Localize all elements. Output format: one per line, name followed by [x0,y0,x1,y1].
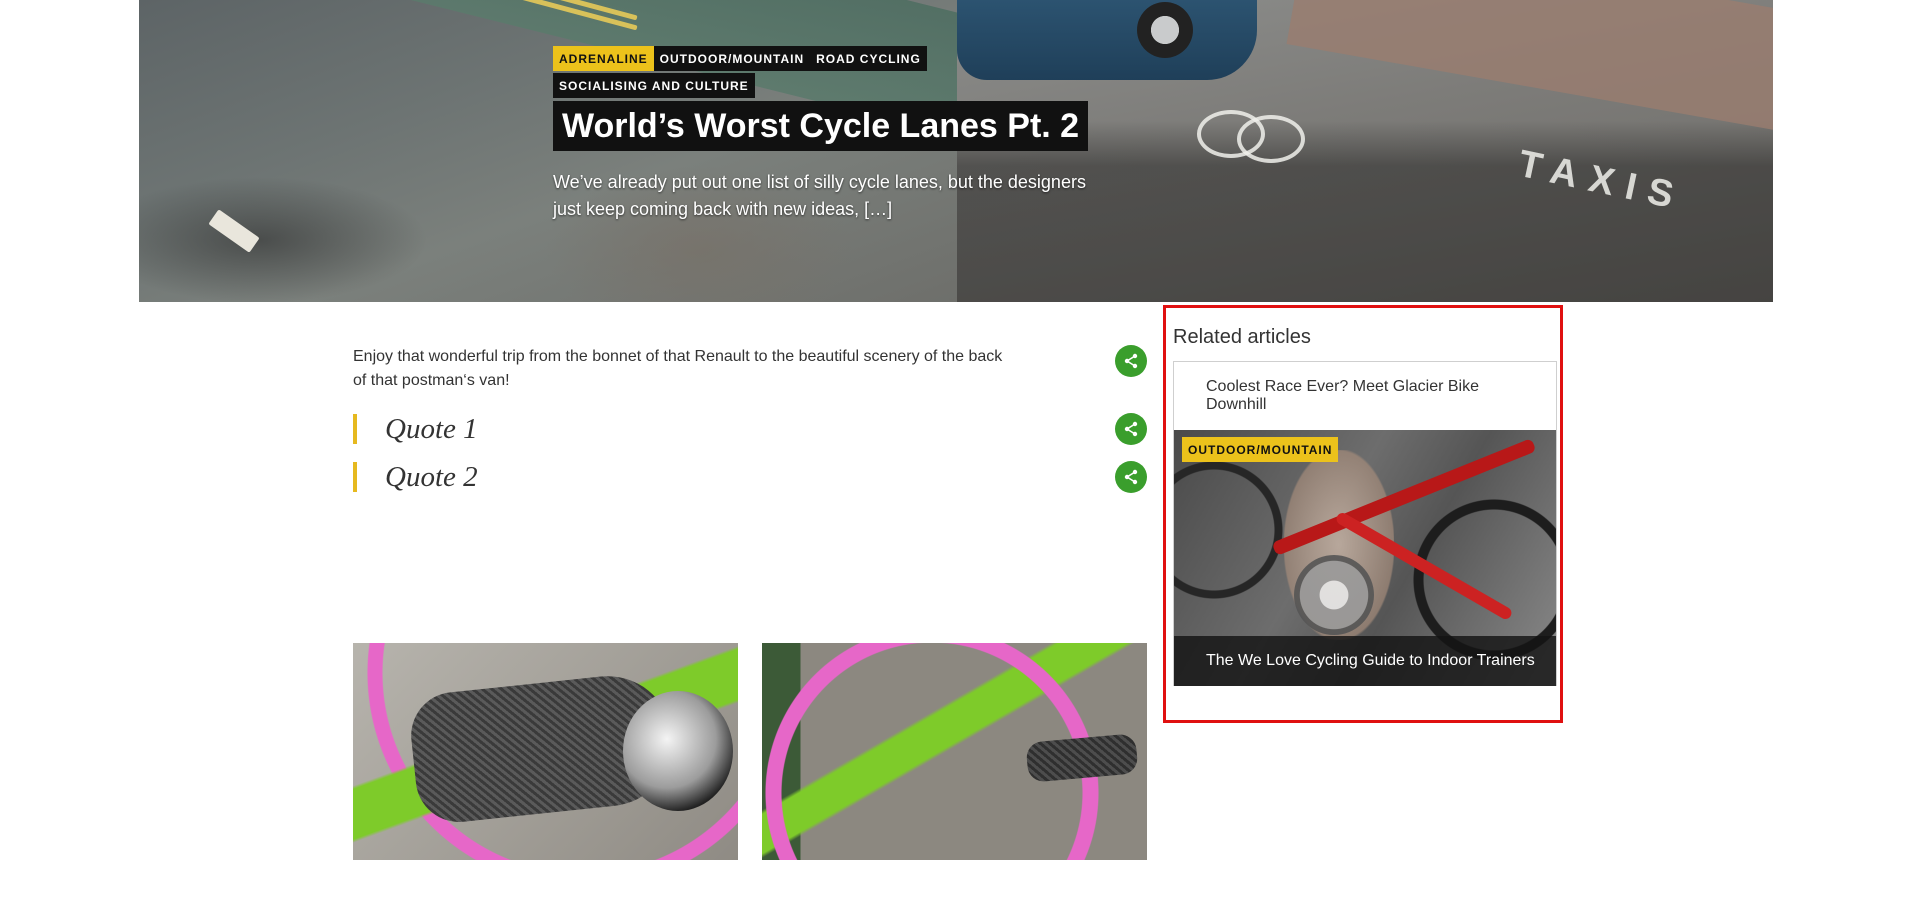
tag-outdoor-mountain[interactable]: Outdoor/Mountain [653,46,811,71]
tag-adrenaline[interactable]: Adrenaline [553,46,654,71]
share-button-quote-1[interactable] [1115,413,1147,445]
related-articles-widget: Related articles Coolest Race Ever? Meet… [1163,305,1563,723]
related-article-title[interactable]: The We Love Cycling Guide to Indoor Trai… [1174,636,1556,686]
article-paragraph: Enjoy that wonderful trip from the bonne… [353,348,1003,389]
share-icon [1124,421,1138,437]
article-photo-handlebar-grip-closeup [353,643,738,860]
share-icon [1124,353,1138,369]
share-icon [1124,469,1138,485]
hero-banner[interactable]: TAXIS Adrenaline Outdoor/Mountain Road C… [139,0,1773,302]
hero-content: Adrenaline Outdoor/Mountain Road Cycling… [553,46,1093,223]
hero-excerpt: We’ve already put out one list of silly … [553,172,1086,219]
related-articles-heading: Related articles [1173,326,1311,348]
related-article-link[interactable]: Coolest Race Ever? Meet Glacier Bike Dow… [1174,362,1556,430]
share-button-quote-2[interactable] [1115,461,1147,493]
hero-title[interactable]: World’s Worst Cycle Lanes Pt. 2 [553,101,1089,151]
related-article-card[interactable]: Outdoor/Mountain The We Love Cycling Gui… [1174,430,1556,686]
hero-tags: Adrenaline Outdoor/Mountain Road Cycling… [553,46,973,98]
tag-road-cycling[interactable]: Road Cycling [810,46,927,71]
tag-socialising-and-culture[interactable]: Socialising and Culture [553,73,755,98]
article-photo-bike-wheel [762,643,1147,860]
related-articles-list: Coolest Race Ever? Meet Glacier Bike Dow… [1173,361,1557,686]
tag-outdoor-mountain[interactable]: Outdoor/Mountain [1182,437,1339,462]
quote-2: Quote 2 [353,462,685,492]
quote-1: Quote 1 [353,414,685,444]
road-marking-taxis: TAXIS [1514,142,1689,220]
share-button-paragraph[interactable] [1115,345,1147,377]
